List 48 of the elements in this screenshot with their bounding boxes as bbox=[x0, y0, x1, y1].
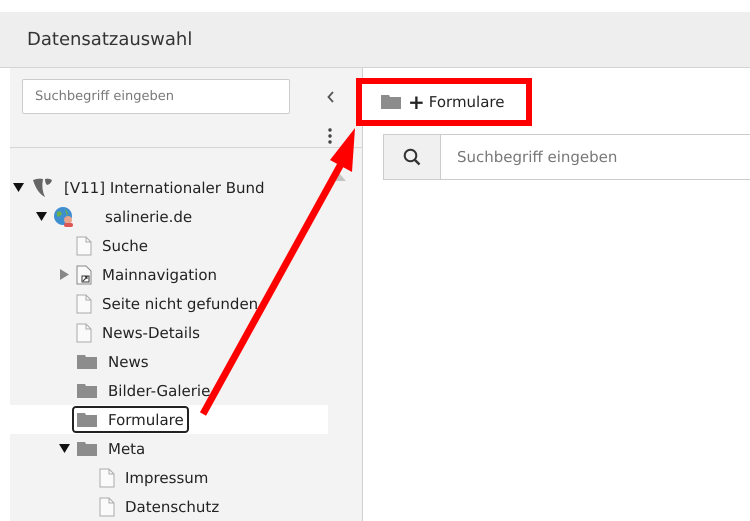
tree-item-label: Bilder-Galerie bbox=[108, 382, 210, 400]
more-options-icon[interactable] bbox=[328, 128, 332, 144]
tree-item-label: Impressum bbox=[125, 468, 208, 486]
tree-item[interactable]: Seite nicht gefunden bbox=[10, 289, 328, 318]
tree-item[interactable]: Bilder-Galerie bbox=[10, 376, 328, 405]
expand-arrow-icon[interactable] bbox=[58, 269, 70, 280]
tree-item[interactable]: salinerie.de bbox=[10, 202, 328, 231]
tree-item[interactable]: News bbox=[10, 347, 328, 376]
globe-icon bbox=[53, 206, 75, 228]
tree-item[interactable]: Suche bbox=[10, 231, 328, 260]
page-icon bbox=[76, 236, 92, 256]
tree-item-label: Datenschutz bbox=[125, 498, 220, 516]
tree-item[interactable]: Formulare bbox=[10, 405, 328, 434]
tree-item-label: salinerie.de bbox=[105, 208, 192, 226]
tree-item-label: [V11] Internationaler Bund bbox=[64, 178, 265, 196]
search-icon bbox=[403, 148, 421, 166]
window-title: Datensatzauswahl bbox=[27, 29, 192, 50]
tree-item-label: Seite nicht gefunden bbox=[102, 294, 258, 312]
tree-item[interactable]: [V11] Internationaler Bund bbox=[10, 173, 328, 202]
tree-item-label: News bbox=[108, 352, 149, 370]
folder-icon bbox=[76, 412, 98, 428]
tree-item-label: News-Details bbox=[102, 324, 200, 342]
logo-icon bbox=[30, 176, 54, 198]
collapse-arrow-icon[interactable] bbox=[58, 443, 70, 454]
folder-icon bbox=[76, 440, 98, 456]
page-icon bbox=[76, 322, 92, 342]
tree-item[interactable]: Mainnavigation bbox=[10, 260, 328, 289]
collapse-arrow-icon[interactable] bbox=[36, 211, 46, 222]
tree-item-label: Formulare bbox=[108, 410, 184, 428]
page-icon bbox=[99, 468, 115, 488]
page-icon bbox=[76, 294, 92, 314]
tree-item[interactable]: Datenschutz bbox=[10, 492, 328, 521]
tree-item[interactable]: News-Details bbox=[10, 318, 328, 347]
collapse-arrow-icon[interactable] bbox=[12, 182, 24, 193]
tree-item[interactable]: Impressum bbox=[10, 463, 328, 492]
search-field[interactable]: Suchbegriff eingeben bbox=[441, 134, 750, 180]
shortcut-page-icon bbox=[76, 264, 92, 284]
tree-item-label: Meta bbox=[108, 440, 146, 458]
folder-icon bbox=[76, 354, 98, 370]
page-icon bbox=[99, 496, 115, 516]
folder-icon bbox=[380, 94, 402, 110]
search-button[interactable] bbox=[383, 134, 441, 180]
tree-item-label: Mainnavigation bbox=[102, 266, 217, 284]
collapse-icon[interactable] bbox=[327, 90, 335, 102]
folder-icon bbox=[76, 382, 98, 398]
search-field[interactable]: Suchbegriff eingeben bbox=[22, 79, 290, 114]
tree-item[interactable]: Meta bbox=[10, 434, 328, 463]
tree-item-label: Suche bbox=[102, 236, 148, 254]
